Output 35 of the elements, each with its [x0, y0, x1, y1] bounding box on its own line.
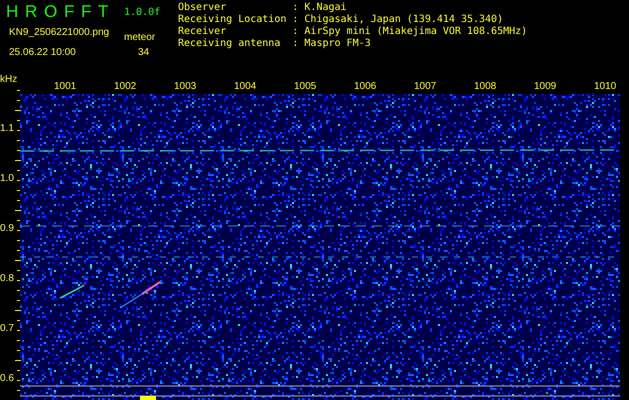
time-label: 1010	[594, 80, 618, 92]
meteor-count-label: meteor	[124, 32, 156, 42]
separator-colon: :	[292, 38, 298, 50]
separator-colon: :	[292, 14, 298, 26]
time-label: 1005	[294, 80, 318, 92]
time-label: 1003	[174, 80, 198, 92]
station-value: AirSpy mini (Miakejima VOR 108.65MHz)	[304, 26, 528, 38]
date-time: 25.06.22 10:00	[8, 46, 77, 58]
axis-label: 0.7	[0, 323, 14, 334]
time-label: 1001	[54, 80, 78, 92]
app-version: 1.0.0f	[124, 6, 160, 18]
station-label: Receiving Location	[178, 14, 286, 26]
axis-label: 0.6	[0, 373, 14, 384]
separator-colon: :	[292, 26, 298, 38]
time-label: 1004	[234, 80, 258, 92]
file-name: KN9_2506221000.png	[8, 26, 110, 38]
time-label: 1002	[114, 80, 138, 92]
separator-colon: :	[292, 2, 298, 14]
station-value: Chigasaki, Japan (139.414 35.340)	[304, 14, 504, 26]
station-label: Receiver	[178, 26, 228, 38]
time-label: 1007	[414, 80, 438, 92]
app-title: H R O F F T	[6, 2, 110, 22]
axis-label: 1.0	[0, 173, 14, 184]
station-label: Observer	[178, 2, 228, 14]
station-value: Maspro FM-3	[304, 38, 372, 50]
axis-unit: kHz	[0, 74, 18, 85]
axis-label: 1.1	[0, 123, 14, 134]
axis-label: 0.8	[0, 273, 14, 284]
time-label: 1009	[534, 80, 558, 92]
meteor-count: 34	[137, 46, 150, 58]
station-value: K.Nagai	[304, 2, 348, 14]
time-label: 1006	[354, 80, 378, 92]
time-label: 1008	[474, 80, 498, 92]
axis-label: 0.9	[0, 223, 14, 234]
station-label: Receiving antenna	[178, 38, 282, 50]
